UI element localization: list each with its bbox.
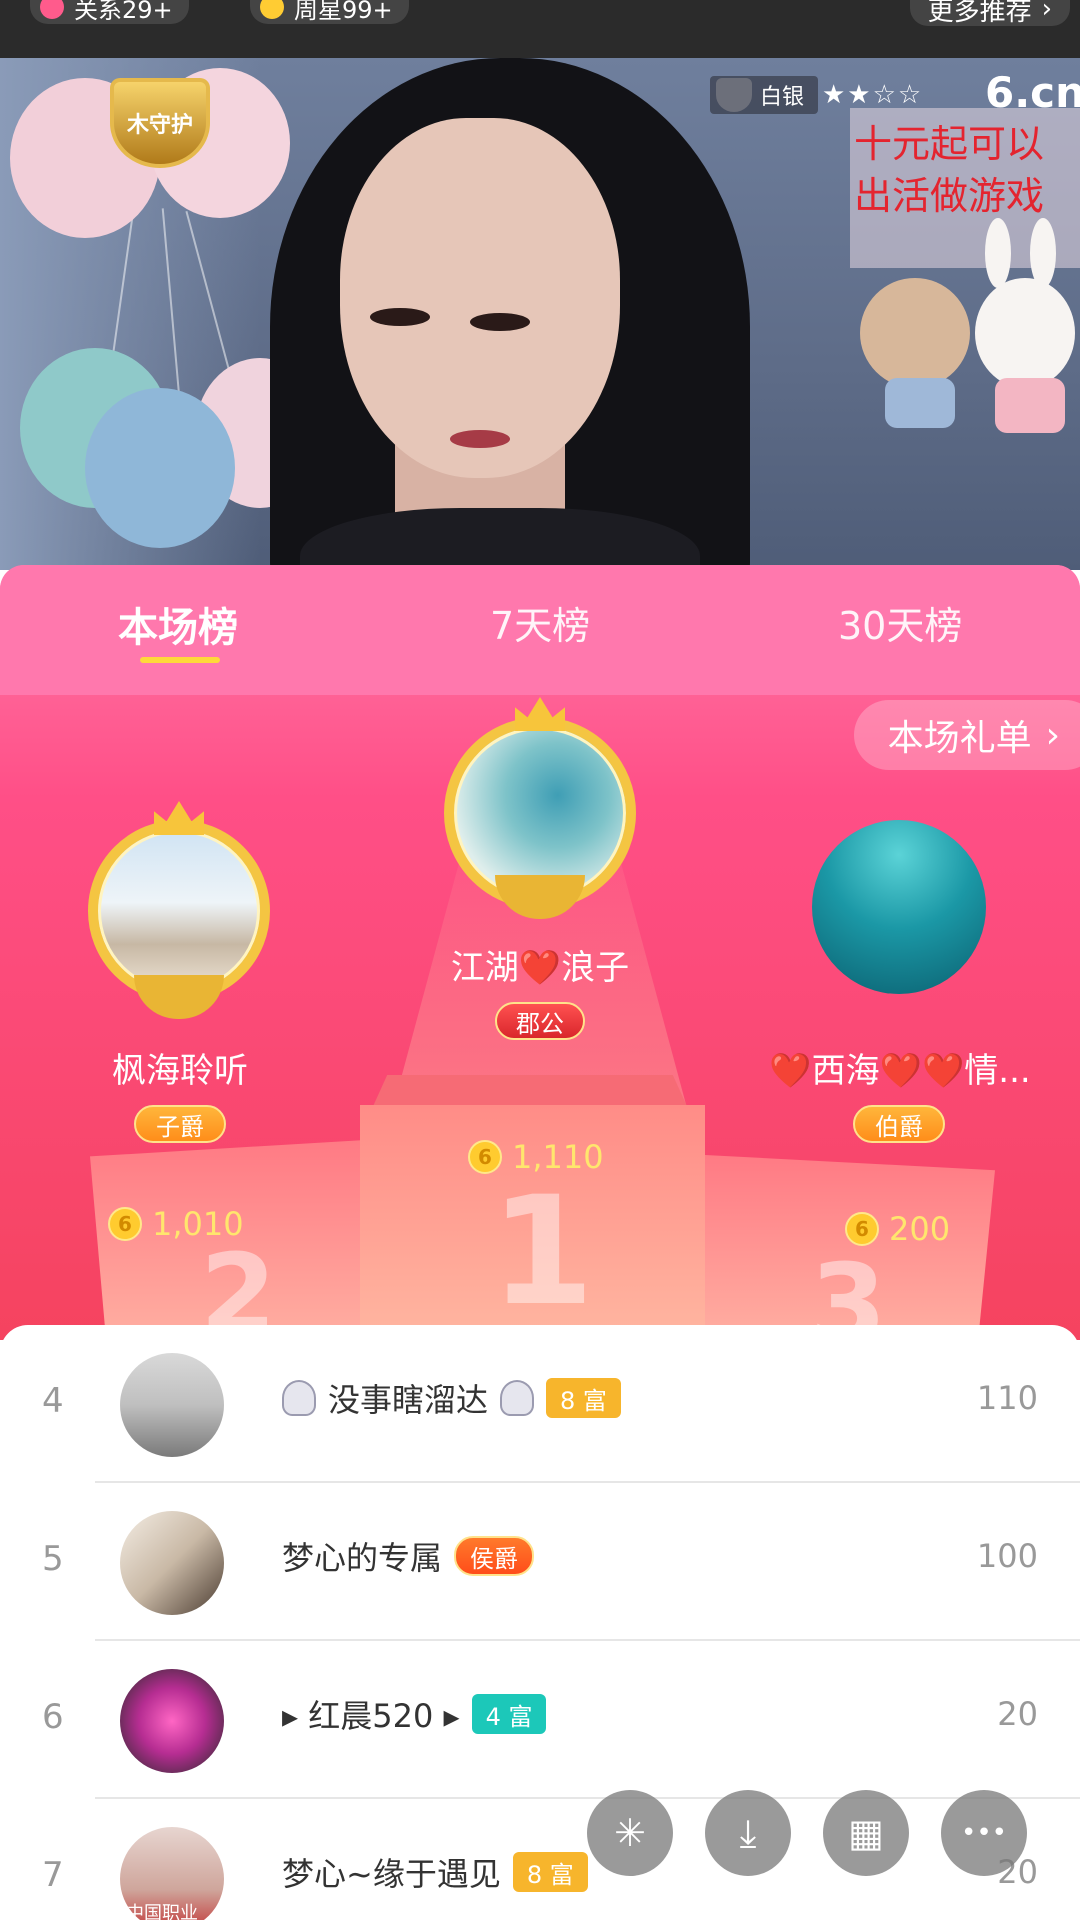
user-name: ▸ 红晨520 ▸ — [282, 1697, 460, 1735]
gift-list-label: 本场礼单 — [887, 718, 1032, 759]
user-name-cell: 梦心的专属 侯爵 — [282, 1533, 535, 1579]
lips — [450, 430, 510, 448]
avatar[interactable] — [120, 1669, 224, 1773]
bear-body — [885, 378, 955, 428]
more-recommend-label: 更多推荐 — [927, 0, 1032, 27]
second-place-title-badge: 子爵 — [134, 1105, 226, 1143]
avatar[interactable]: 中国职业 — [120, 1827, 224, 1920]
weekly-star-label: 周星99+ — [294, 0, 393, 24]
active-tab-indicator — [140, 657, 220, 663]
sparkle-icon: ✳ — [614, 1811, 646, 1855]
first-place-name: 江湖❤️浪子 — [450, 948, 630, 988]
avatar-caption: 中国职业 — [126, 1903, 198, 1920]
weekly-star-chip[interactable]: 周星99+ — [250, 0, 409, 24]
crown-icon — [154, 801, 204, 835]
rank-number: 6 — [42, 1697, 64, 1737]
bunny-ear — [1030, 218, 1056, 288]
rank-number: 4 — [42, 1381, 64, 1421]
coin-icon: 6 — [845, 1212, 879, 1246]
coin-icon: 6 — [468, 1140, 502, 1174]
avatar[interactable] — [120, 1511, 224, 1615]
wealth-badge: 8 富 — [546, 1378, 621, 1418]
grid-button[interactable]: ▦ — [823, 1790, 909, 1876]
wealth-badge: 8 富 — [512, 1852, 588, 1892]
ghost-emoji-icon — [500, 1380, 535, 1416]
list-item[interactable]: 6 ▸ 红晨520 ▸ 4 富 20 — [0, 1641, 1080, 1799]
more-icon: ••• — [960, 1818, 1007, 1848]
bear-sticker — [860, 278, 970, 388]
wealth-badge: 4 富 — [471, 1694, 547, 1734]
relationship-label: 关系29+ — [74, 0, 173, 24]
download-icon: ⤓ — [739, 1810, 757, 1855]
shield-icon — [716, 78, 752, 112]
score: 20 — [997, 1695, 1038, 1733]
sparkle-button[interactable]: ✳ — [587, 1790, 673, 1876]
download-button[interactable]: ⤓ — [705, 1790, 791, 1876]
first-place-coin-value: 1,110 — [512, 1138, 604, 1176]
ranking-list: 4 没事瞎溜达 8 富 110 5 梦心的专属 侯爵 100 6 ▸ 红晨520… — [0, 1325, 1080, 1920]
user-name: 梦心~缘于遇见 — [282, 1855, 501, 1893]
top-bar: 关系29+ 周星99+ 更多推荐 › — [0, 0, 1080, 58]
second-place-name: 枫海聆听 — [112, 1051, 248, 1091]
rank-stars: ★★☆☆ — [822, 80, 924, 110]
leaderboard-panel: 本场榜 7天榜 30天榜 本场礼单 › 1 2 3 江湖❤️浪子 郡公 6 1,… — [0, 565, 1080, 1340]
second-place-coin-value: 1,010 — [152, 1205, 244, 1243]
avatar[interactable] — [120, 1353, 224, 1457]
user-name: 梦心的专属 — [282, 1539, 443, 1577]
third-place-title-badge: 伯爵 — [853, 1105, 945, 1143]
first-place-title-badge: 郡公 — [495, 1002, 585, 1040]
bunny-body — [995, 378, 1065, 433]
list-item[interactable]: 7 中国职业 梦心~缘于遇见 8 富 20 — [0, 1799, 1080, 1920]
bunny-sticker — [975, 278, 1075, 388]
chevron-right-icon: › — [1041, 0, 1052, 24]
ghost-emoji-icon — [282, 1380, 316, 1416]
user-name-cell: ▸ 红晨520 ▸ 4 富 — [282, 1691, 547, 1737]
second-place-coins: 6 1,010 — [108, 1205, 244, 1243]
first-place-coins: 6 1,110 — [468, 1138, 604, 1176]
bunny-ear — [985, 218, 1011, 288]
more-recommend-button[interactable]: 更多推荐 › — [909, 0, 1070, 27]
leaderboard-tabs: 本场榜 7天榜 30天榜 — [0, 565, 1080, 695]
third-place-avatar[interactable] — [812, 820, 986, 994]
relationship-chip[interactable]: 关系29+ — [30, 0, 189, 24]
title-badge: 侯爵 — [454, 1536, 535, 1576]
crown-icon — [515, 697, 565, 731]
gift-list-button[interactable]: 本场礼单 › — [853, 700, 1080, 770]
tab-this-session[interactable]: 本场榜 — [118, 595, 238, 653]
wings-emblem-icon — [134, 975, 224, 1019]
third-place-name: ❤️西海❤️❤️情... — [769, 1051, 1031, 1091]
star-icon — [260, 0, 284, 19]
user-name: 没事瞎溜达 — [328, 1381, 489, 1419]
rank-level-label: 白银 — [760, 85, 805, 110]
eye — [470, 313, 530, 331]
live-video[interactable]: 木守护 白银 ★★☆☆ 6.cn 十元起可以 出活做游戏 — [0, 58, 1080, 570]
more-button[interactable]: ••• — [941, 1790, 1027, 1876]
eye — [370, 308, 430, 326]
promo-line-1: 十元起可以 — [854, 122, 1045, 166]
tab-7-days[interactable]: 7天榜 — [490, 595, 590, 650]
user-name-cell: 梦心~缘于遇见 8 富 — [282, 1849, 588, 1895]
rank-number: 5 — [42, 1539, 64, 1579]
guard-logo-text: 木守护 — [126, 113, 193, 138]
relationship-icon — [40, 0, 64, 19]
list-item[interactable]: 5 梦心的专属 侯爵 100 — [0, 1483, 1080, 1641]
balloon — [85, 388, 235, 548]
podium-number-2: 2 — [200, 1230, 277, 1340]
podium-number-1: 1 — [490, 1165, 595, 1339]
promo-line-2: 出活做游戏 — [854, 174, 1045, 218]
grid-icon: ▦ — [848, 1811, 884, 1855]
rank-number: 7 — [42, 1855, 64, 1895]
third-place-coin-value: 200 — [889, 1210, 951, 1248]
score: 110 — [976, 1379, 1038, 1417]
tab-30-days[interactable]: 30天榜 — [838, 595, 962, 650]
streamer-rank-badge: 白银 — [710, 76, 819, 114]
guard-logo[interactable]: 木守护 — [110, 78, 210, 168]
score: 100 — [976, 1537, 1038, 1575]
list-item[interactable]: 4 没事瞎溜达 8 富 110 — [0, 1325, 1080, 1483]
coin-icon: 6 — [108, 1207, 142, 1241]
user-name-cell: 没事瞎溜达 8 富 — [282, 1375, 621, 1421]
streamer-face — [340, 118, 620, 478]
chevron-right-icon: › — [1045, 714, 1060, 756]
third-place-coins: 6 200 — [845, 1210, 950, 1248]
